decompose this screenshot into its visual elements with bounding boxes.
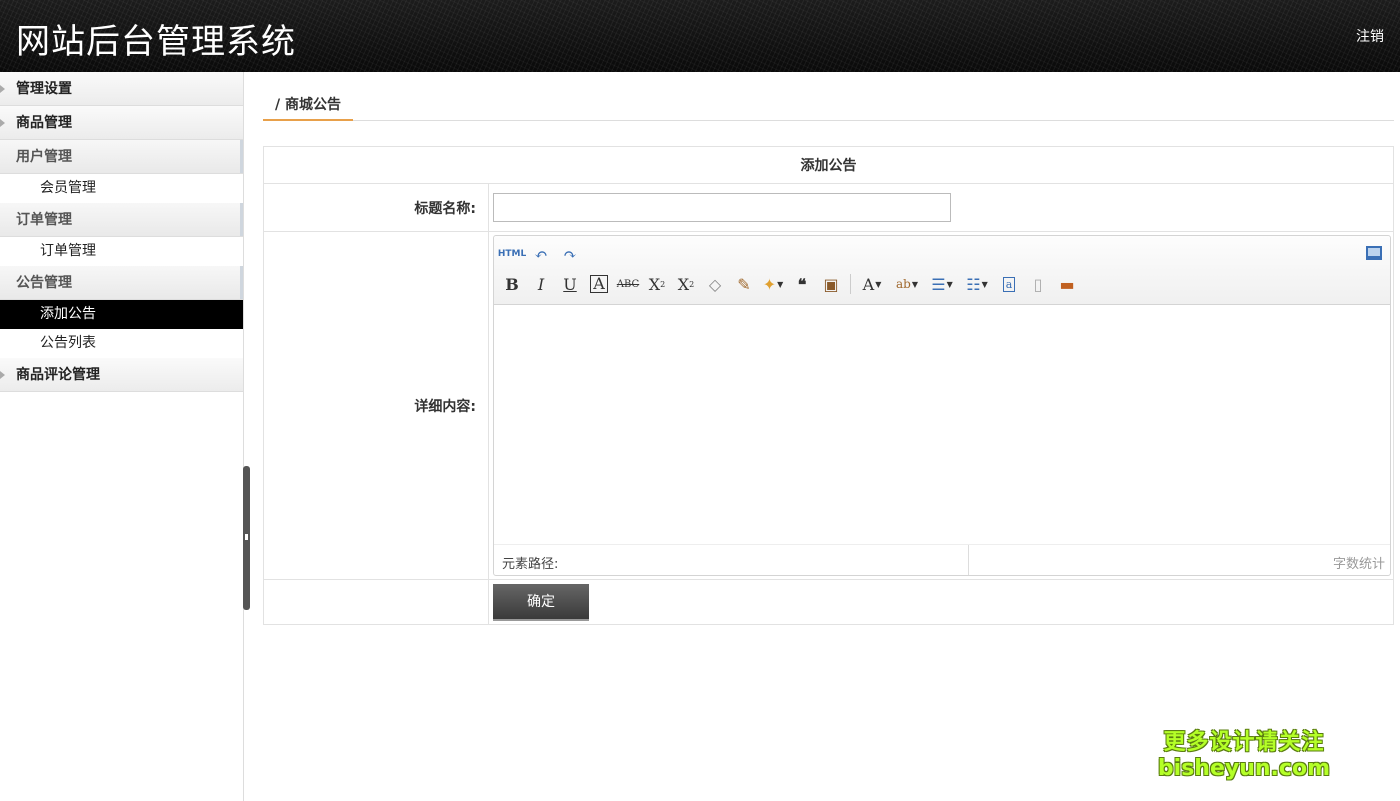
html-icon[interactable]: HTML bbox=[498, 242, 526, 266]
sidebar-item-announcement-list[interactable]: 公告列表 bbox=[0, 329, 243, 358]
strikethrough-icon[interactable]: ABC bbox=[616, 272, 640, 296]
format-painter-icon[interactable]: ✎ bbox=[732, 272, 756, 296]
tab-mall-announcement[interactable]: / 商城公告 bbox=[263, 86, 353, 121]
watermark-line2: bisheyun.com bbox=[1157, 756, 1330, 781]
superscript-icon[interactable]: X2 bbox=[645, 272, 669, 296]
fullscreen-icon[interactable] bbox=[1366, 246, 1382, 260]
add-announcement-form: 添加公告 标题名称: 详细内容: HTML ↶ ↷ B I U A ABC X … bbox=[263, 146, 1394, 625]
sidebar-item-members[interactable]: 会员管理 bbox=[0, 174, 243, 203]
sidebar-item-add-announcement[interactable]: 添加公告 bbox=[0, 300, 243, 329]
watermark-line1: 更多设计请关注 bbox=[1163, 730, 1325, 755]
app-title: 网站后台管理系统 bbox=[16, 22, 296, 62]
sidebar-group-label: 用户管理 bbox=[16, 149, 72, 165]
submit-cell: 确定 bbox=[488, 579, 1394, 625]
unordered-list-icon[interactable]: ☷ ▼ bbox=[962, 272, 992, 296]
top-header: 网站后台管理系统 注销 bbox=[0, 0, 1400, 72]
ordered-list-icon[interactable]: ☰ ▼ bbox=[927, 272, 957, 296]
content-label: 详细内容: bbox=[263, 231, 489, 580]
sidebar-group-label: 商品评论管理 bbox=[16, 367, 100, 383]
element-path: 元素路径: bbox=[494, 545, 969, 575]
logout-link[interactable]: 注销 bbox=[1356, 26, 1384, 46]
sidebar-group-settings[interactable]: 管理设置 bbox=[0, 72, 243, 106]
remove-format-icon[interactable]: ◇ bbox=[703, 272, 727, 296]
font-color-icon[interactable]: A ▼ bbox=[857, 272, 887, 296]
clear-doc-icon[interactable]: ▯ bbox=[1026, 272, 1050, 296]
blockquote-icon[interactable]: ❝ bbox=[790, 272, 814, 296]
empty-cell bbox=[263, 579, 489, 625]
bold-icon[interactable]: B bbox=[500, 272, 524, 296]
select-all-icon[interactable]: a bbox=[997, 272, 1021, 296]
toolbar-row: HTML ↶ ↷ bbox=[498, 242, 587, 266]
undo-icon[interactable]: ↶ bbox=[529, 242, 553, 266]
background-color-icon[interactable]: ab ▼ bbox=[892, 272, 922, 296]
toolbar-row: B I U A ABC X2 X2 ◇ ✎ ✦ ▼ ❝ ▣ A ▼ ab ▼ ☰… bbox=[500, 272, 1084, 296]
sidebar-group-products[interactable]: 商品管理 bbox=[0, 106, 243, 140]
title-label: 标题名称: bbox=[263, 183, 489, 232]
sidebar-group-label: 管理设置 bbox=[16, 81, 72, 97]
paste-plain-icon[interactable]: ▣ bbox=[819, 272, 843, 296]
sidebar-group-label: 公告管理 bbox=[16, 275, 72, 291]
title-input[interactable] bbox=[493, 193, 951, 222]
insert-image-icon[interactable]: ▬ bbox=[1055, 272, 1079, 296]
form-caption: 添加公告 bbox=[263, 146, 1394, 184]
font-border-icon[interactable]: A bbox=[587, 272, 611, 296]
editor-toolbar: HTML ↶ ↷ B I U A ABC X2 X2 ◇ ✎ ✦ ▼ ❝ ▣ A… bbox=[494, 236, 1390, 305]
content-cell: HTML ↶ ↷ B I U A ABC X2 X2 ◇ ✎ ✦ ▼ ❝ ▣ A… bbox=[488, 231, 1394, 580]
italic-icon[interactable]: I bbox=[529, 272, 553, 296]
redo-icon[interactable]: ↷ bbox=[558, 242, 582, 266]
sidebar-group-label: 订单管理 bbox=[16, 212, 72, 228]
sidebar-group-label: 商品管理 bbox=[16, 115, 72, 131]
editor-statusbar: 元素路径: 字数统计 bbox=[494, 544, 1390, 575]
confirm-button[interactable]: 确定 bbox=[493, 583, 589, 621]
sidebar-group-reviews[interactable]: 商品评论管理 bbox=[0, 358, 243, 392]
sidebar-group-orders[interactable]: 订单管理 bbox=[0, 203, 243, 237]
auto-typeset-icon[interactable]: ✦ ▼ bbox=[761, 272, 785, 296]
expand-arrow-icon bbox=[0, 119, 5, 127]
editor-content-area[interactable] bbox=[494, 305, 1390, 545]
toolbar-separator bbox=[850, 274, 851, 294]
grip-icon bbox=[245, 534, 248, 540]
subscript-icon[interactable]: X2 bbox=[674, 272, 698, 296]
sidebar-item-orders[interactable]: 订单管理 bbox=[0, 237, 243, 266]
sidebar-group-announcements[interactable]: 公告管理 bbox=[0, 266, 243, 300]
breadcrumb: / 商城公告 bbox=[263, 86, 1394, 121]
sidebar-splitter-handle[interactable] bbox=[243, 466, 250, 610]
expand-arrow-icon bbox=[0, 85, 5, 93]
watermark: 更多设计请关注 bisheyun.com bbox=[1158, 724, 1330, 781]
sidebar-group-users[interactable]: 用户管理 bbox=[0, 140, 243, 174]
sidebar: 管理设置 商品管理 用户管理 会员管理 订单管理 订单管理 公告管理 添加公告 … bbox=[0, 72, 244, 801]
rich-text-editor: HTML ↶ ↷ B I U A ABC X2 X2 ◇ ✎ ✦ ▼ ❝ ▣ A… bbox=[493, 235, 1391, 576]
word-count: 字数统计 bbox=[1332, 557, 1385, 572]
title-cell bbox=[488, 183, 1394, 232]
expand-arrow-icon bbox=[0, 371, 5, 379]
underline-icon[interactable]: U bbox=[558, 272, 582, 296]
